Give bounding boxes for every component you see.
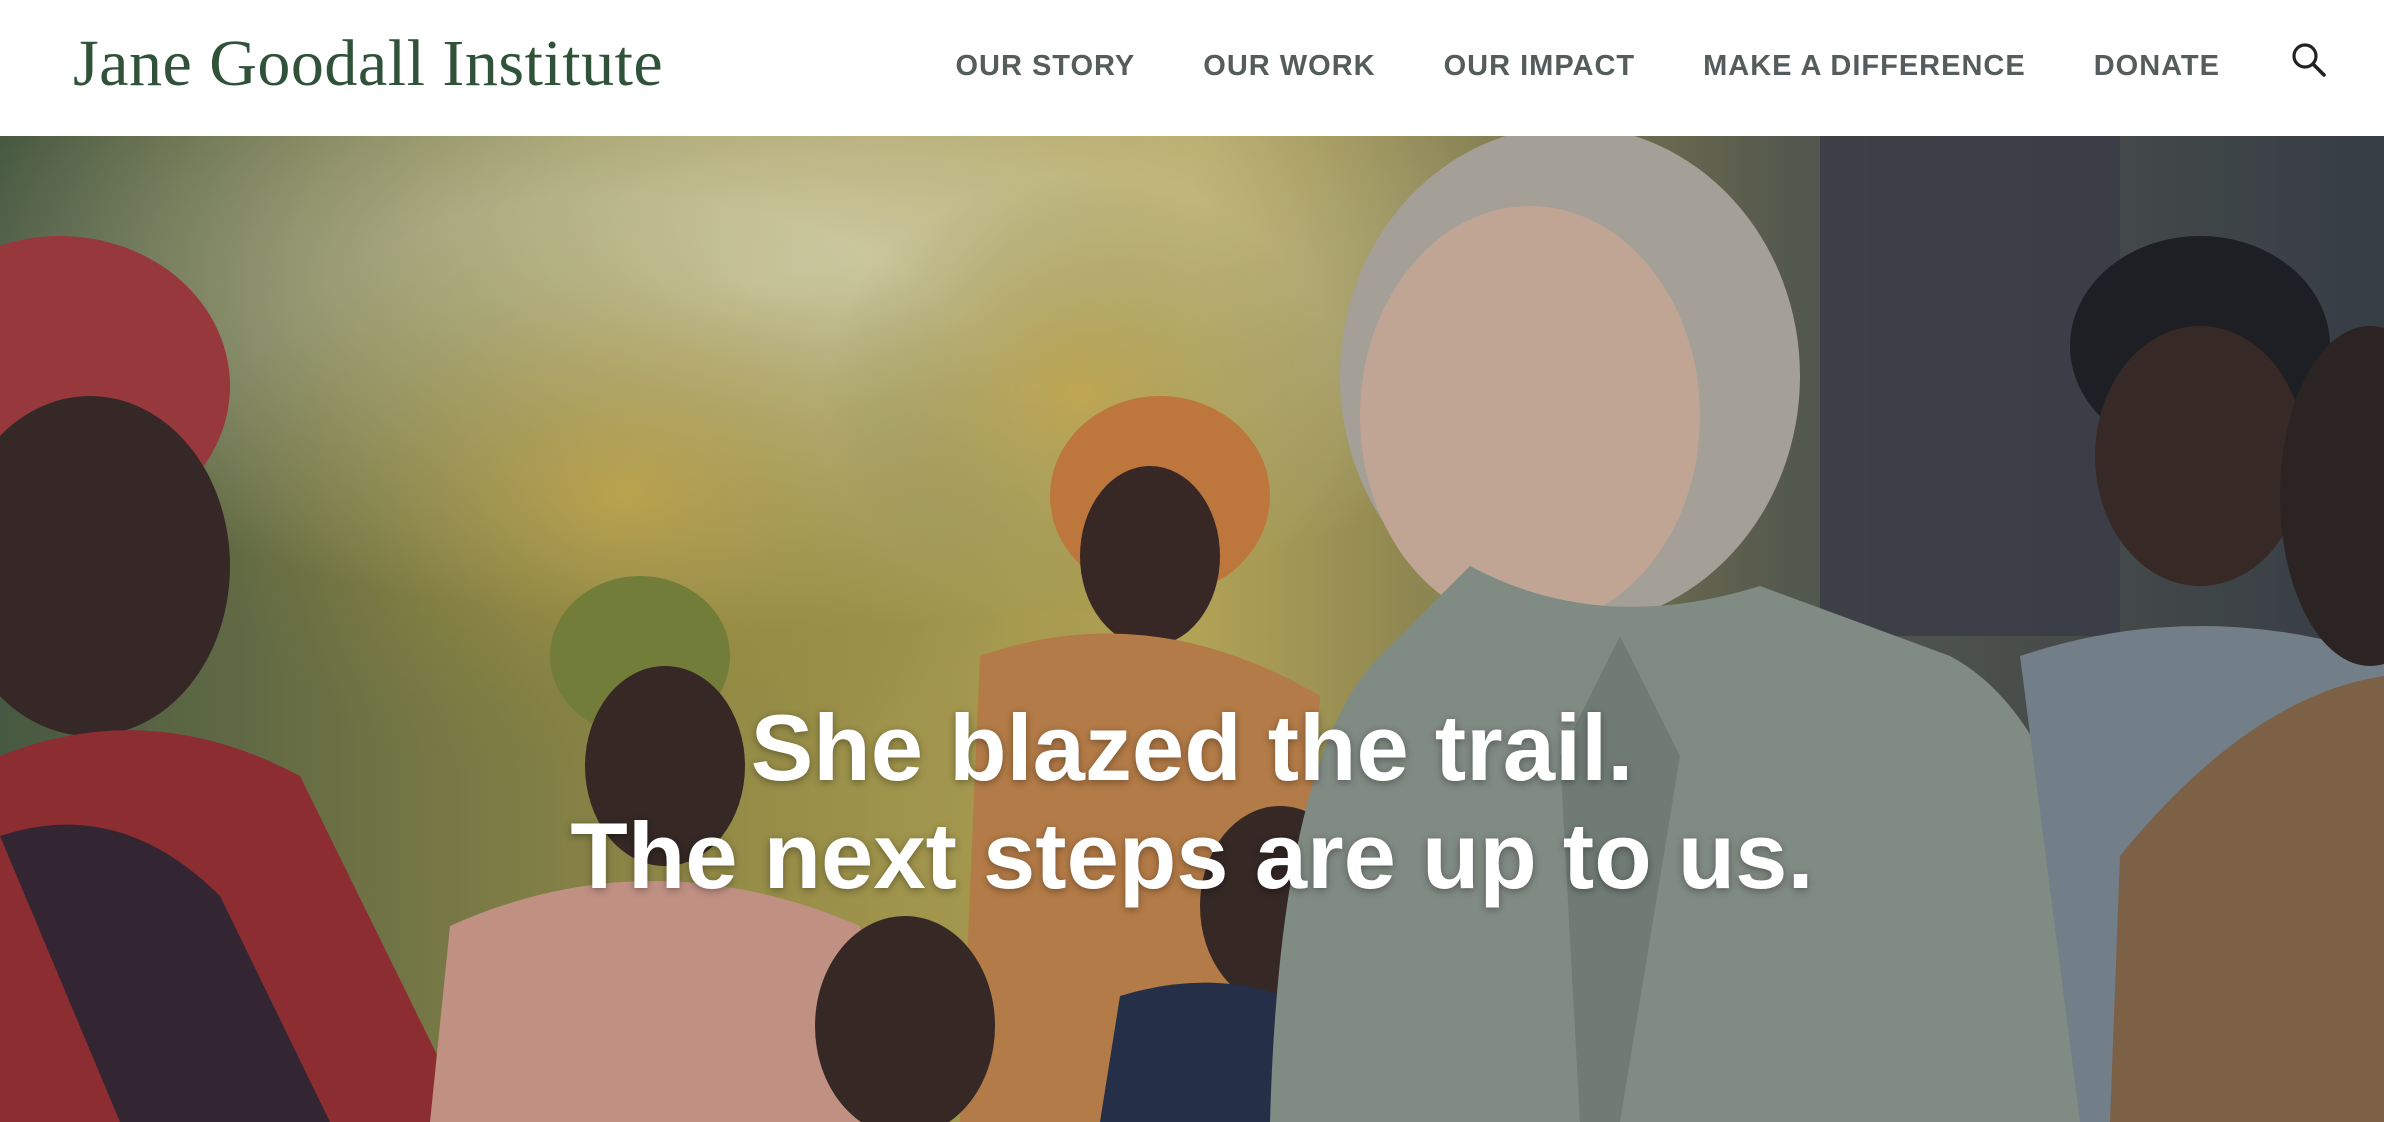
hero-headline-line-1: She blazed the trail.: [750, 695, 1634, 800]
hero-headline-line-2: The next steps are up to us.: [570, 803, 1814, 908]
search-icon[interactable]: [2290, 41, 2328, 79]
hero-photo: [0, 136, 2384, 1122]
nav-item-our-impact[interactable]: OUR IMPACT: [1444, 46, 1636, 86]
main-nav: OUR STORY OUR WORK OUR IMPACT MAKE A DIF…: [955, 43, 2384, 86]
site-header: Jane Goodall Institute OUR STORY OUR WOR…: [0, 0, 2384, 136]
nav-item-donate[interactable]: DONATE: [2094, 46, 2220, 86]
nav-item-make-a-difference[interactable]: MAKE A DIFFERENCE: [1703, 46, 2026, 86]
nav-item-our-work[interactable]: OUR WORK: [1203, 46, 1375, 86]
site-logo[interactable]: Jane Goodall Institute: [73, 22, 663, 106]
hero-banner: She blazed the trail. The next steps are…: [0, 136, 2384, 1122]
nav-item-our-story[interactable]: OUR STORY: [955, 46, 1135, 86]
